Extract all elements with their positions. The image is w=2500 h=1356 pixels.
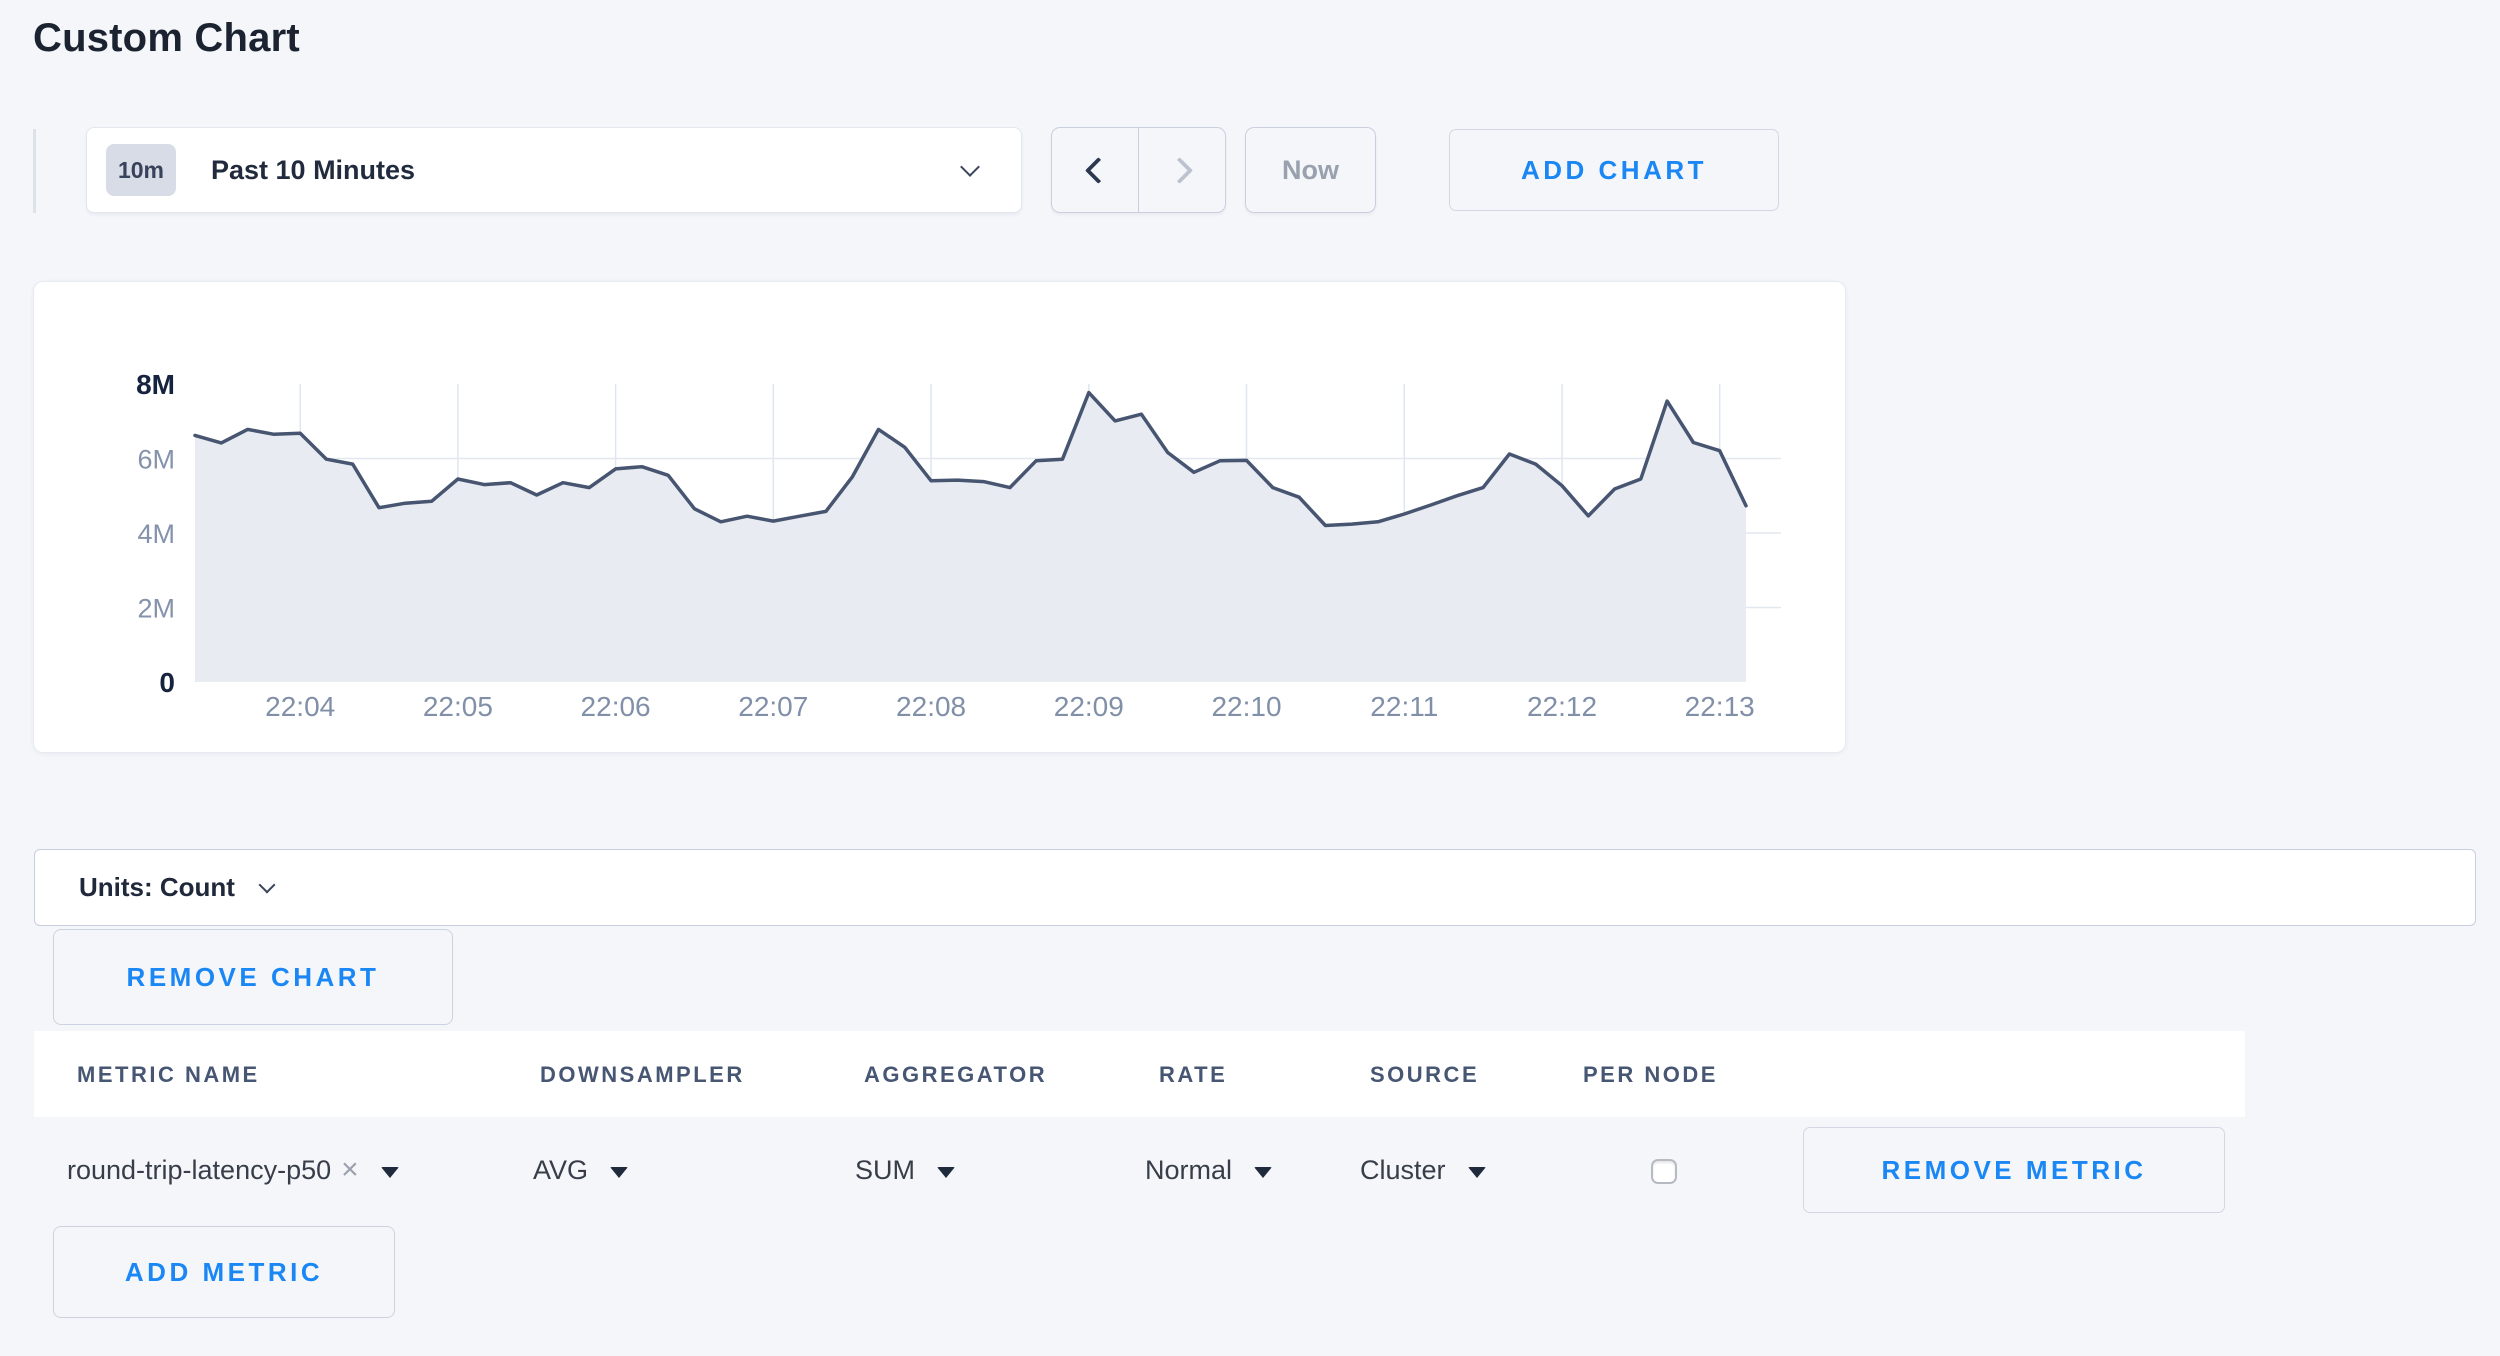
col-header-source: SOURCE	[1370, 1062, 1479, 1088]
x-axis-tick-label: 22:11	[1370, 691, 1438, 722]
downsampler-value: AVG	[533, 1155, 588, 1186]
remove-chart-button[interactable]: REMOVE CHART	[53, 929, 453, 1025]
time-pager	[1051, 127, 1226, 213]
rate-value: Normal	[1145, 1155, 1232, 1186]
chevron-right-icon	[1166, 157, 1193, 184]
source-select[interactable]: Cluster	[1360, 1144, 1486, 1196]
col-header-per-node: PER NODE	[1583, 1062, 1718, 1088]
caret-down-icon	[1254, 1167, 1272, 1178]
metrics-table-header: METRIC NAME DOWNSAMPLER AGGREGATOR RATE …	[34, 1031, 2245, 1117]
prev-time-button[interactable]	[1052, 128, 1138, 212]
chevron-down-icon	[258, 876, 275, 893]
y-axis-tick-label: 8M	[136, 369, 175, 400]
time-window-badge: 10m	[106, 144, 176, 196]
rate-select[interactable]: Normal	[1145, 1144, 1272, 1196]
x-axis-tick-label: 22:08	[896, 691, 966, 722]
x-axis-tick-label: 22:12	[1527, 691, 1597, 722]
remove-metric-button[interactable]: REMOVE METRIC	[1803, 1127, 2225, 1213]
toolbar-left-divider	[33, 129, 36, 213]
per-node-checkbox[interactable]	[1651, 1159, 1677, 1184]
clear-metric-icon[interactable]: ×	[341, 1155, 359, 1185]
x-axis-tick-label: 22:10	[1211, 691, 1281, 722]
add-metric-button[interactable]: ADD METRIC	[53, 1226, 395, 1318]
metric-name-select[interactable]: round-trip-latency-p50 ×	[67, 1144, 399, 1196]
col-header-metric-name: METRIC NAME	[77, 1062, 260, 1088]
chevron-left-icon	[1084, 157, 1111, 184]
x-axis-tick-label: 22:13	[1685, 691, 1755, 722]
y-axis-tick-label: 0	[159, 667, 175, 698]
caret-down-icon	[1468, 1167, 1486, 1178]
time-window-select[interactable]: 10m Past 10 Minutes	[86, 127, 1022, 213]
col-header-aggregator: AGGREGATOR	[864, 1062, 1047, 1088]
caret-down-icon	[610, 1167, 628, 1178]
downsampler-select[interactable]: AVG	[533, 1144, 628, 1196]
units-bar: Units: Count	[34, 849, 2476, 926]
latency-chart-svg: 22:04 22:05 22:06 22:07 22:08 22:09 22:10 22:11…	[34, 282, 1847, 754]
aggregator-select[interactable]: SUM	[855, 1144, 955, 1196]
units-select[interactable]: Units: Count	[79, 872, 273, 903]
col-header-rate: RATE	[1159, 1062, 1227, 1088]
x-axis-tick-label: 22:05	[423, 691, 493, 722]
custom-chart-page: Custom Chart 10m Past 10 Minutes Now ADD…	[0, 0, 2500, 1356]
time-window-label: Past 10 Minutes	[211, 155, 415, 186]
units-select-label: Units: Count	[79, 872, 235, 903]
next-time-button[interactable]	[1138, 128, 1225, 212]
x-axis-tick-label: 22:06	[581, 691, 651, 722]
y-axis-tick-label: 2M	[137, 594, 175, 624]
page-title: Custom Chart	[33, 16, 300, 61]
source-value: Cluster	[1360, 1155, 1446, 1186]
chart-card: 22:04 22:05 22:06 22:07 22:08 22:09 22:10 22:11…	[33, 281, 1846, 753]
x-axis-tick-label: 22:04	[265, 691, 335, 722]
chevron-down-icon	[960, 157, 980, 177]
metric-name-value: round-trip-latency-p50	[67, 1155, 331, 1186]
add-chart-button[interactable]: ADD CHART	[1449, 129, 1779, 211]
caret-down-icon	[381, 1167, 399, 1178]
y-axis-tick-label: 4M	[137, 519, 175, 549]
x-axis-tick-label: 22:09	[1054, 691, 1124, 722]
now-button[interactable]: Now	[1245, 127, 1376, 213]
series-area-fill	[195, 393, 1746, 682]
x-axis-tick-label: 22:07	[738, 691, 808, 722]
aggregator-value: SUM	[855, 1155, 915, 1186]
y-axis-tick-label: 6M	[137, 445, 175, 475]
caret-down-icon	[937, 1167, 955, 1178]
col-header-downsampler: DOWNSAMPLER	[540, 1062, 745, 1088]
